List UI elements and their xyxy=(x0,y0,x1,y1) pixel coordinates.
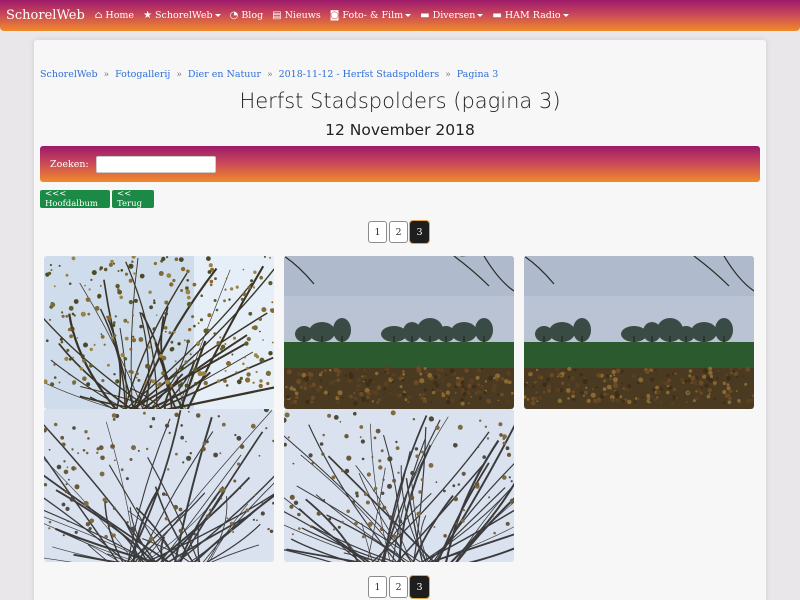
page-subtitle: 12 November 2018 xyxy=(325,121,475,139)
search-bar: Zoeken: xyxy=(40,146,760,182)
page-button-1[interactable]: 1 xyxy=(368,221,387,243)
breadcrumb-separator: » xyxy=(103,69,110,80)
page-button-1[interactable]: 1 xyxy=(368,576,387,598)
main-album-button[interactable]: <<< Hoofdalbum xyxy=(40,189,110,209)
breadcrumb-link[interactable]: Pagina 3 xyxy=(457,69,499,80)
breadcrumb: SchorelWeb » Fotogallerij » Dier en Natuur » 2… xyxy=(40,69,498,80)
nav-item-label: Diversen xyxy=(432,10,476,21)
nav-menu: ⌂ Home ★ SchorelWeb ◔ Blog ▤ Nieuws ◙ Foto- & Fil… xyxy=(95,10,578,21)
nav-item-nieuws[interactable]: ▤ Nieuws xyxy=(272,10,321,21)
nav-item-label: Home xyxy=(105,10,135,21)
page-button-3[interactable]: 3 xyxy=(410,576,429,598)
caret-down-icon xyxy=(477,14,484,17)
breadcrumb-link[interactable]: Dier en Natuur xyxy=(188,69,261,80)
nav-item-label: Nieuws xyxy=(284,10,321,21)
page-button-2[interactable]: 2 xyxy=(389,576,408,598)
pagination-bottom: 123 xyxy=(368,576,431,598)
pagination-top: 123 xyxy=(368,221,431,243)
rss-icon: ◔ xyxy=(229,9,239,21)
navbar: SchorelWeb ⌂ Home ★ SchorelWeb ◔ Blog ▤ Nieuws ◙… xyxy=(0,0,800,31)
photo-thumbnail[interactable] xyxy=(524,256,754,409)
star-icon: ★ xyxy=(143,9,153,21)
breadcrumb-link[interactable]: SchorelWeb xyxy=(40,69,98,80)
newspaper-icon: ▤ xyxy=(272,9,282,21)
camera-icon: ◙ xyxy=(329,9,340,21)
photo-thumbnail[interactable] xyxy=(284,409,514,562)
nav-item-label: Blog xyxy=(241,10,264,21)
page-button-2[interactable]: 2 xyxy=(389,221,408,243)
nav-item-ham-radio[interactable]: ▬ HAM Radio xyxy=(492,9,569,21)
nav-item-label: Foto- & Film xyxy=(342,10,404,21)
nav-item-blog[interactable]: ◔ Blog xyxy=(230,10,264,21)
nav-item-home[interactable]: ⌂ Home xyxy=(95,10,134,21)
search-input[interactable] xyxy=(95,155,216,173)
caret-down-icon xyxy=(405,14,412,17)
photo-thumbnail[interactable] xyxy=(44,409,274,562)
brand-link[interactable]: SchorelWeb xyxy=(6,8,85,23)
breadcrumb-link[interactable]: 2018-11-12 - Herfst Stadspolders xyxy=(279,69,440,80)
breadcrumb-link[interactable]: Fotogallerij xyxy=(115,69,170,80)
nav-item-diversen[interactable]: ▬ Diversen xyxy=(420,9,484,21)
photo-thumbnail[interactable] xyxy=(284,256,514,409)
home-icon: ⌂ xyxy=(94,9,103,21)
back-button[interactable]: << Terug xyxy=(112,189,154,209)
search-label: Zoeken: xyxy=(50,158,89,170)
nav-item-schorelweb[interactable]: ★ SchorelWeb xyxy=(143,10,221,21)
nav-item-foto-film[interactable]: ◙ Foto- & Film xyxy=(329,9,412,21)
caret-down-icon xyxy=(214,14,221,17)
breadcrumb-separator: » xyxy=(267,69,273,80)
breadcrumb-separator: » xyxy=(176,69,182,80)
nav-item-label: HAM Radio xyxy=(504,10,561,21)
page-title: Herfst Stadspolders (pagina 3) xyxy=(239,89,561,113)
page-button-3[interactable]: 3 xyxy=(410,221,429,243)
caret-down-icon xyxy=(562,14,569,17)
photo-thumbnail[interactable] xyxy=(44,256,274,409)
nav-item-label: SchorelWeb xyxy=(155,10,213,21)
folder-icon: ▬ xyxy=(492,9,502,21)
breadcrumb-separator: » xyxy=(445,69,451,80)
folder-icon: ▬ xyxy=(420,9,430,21)
